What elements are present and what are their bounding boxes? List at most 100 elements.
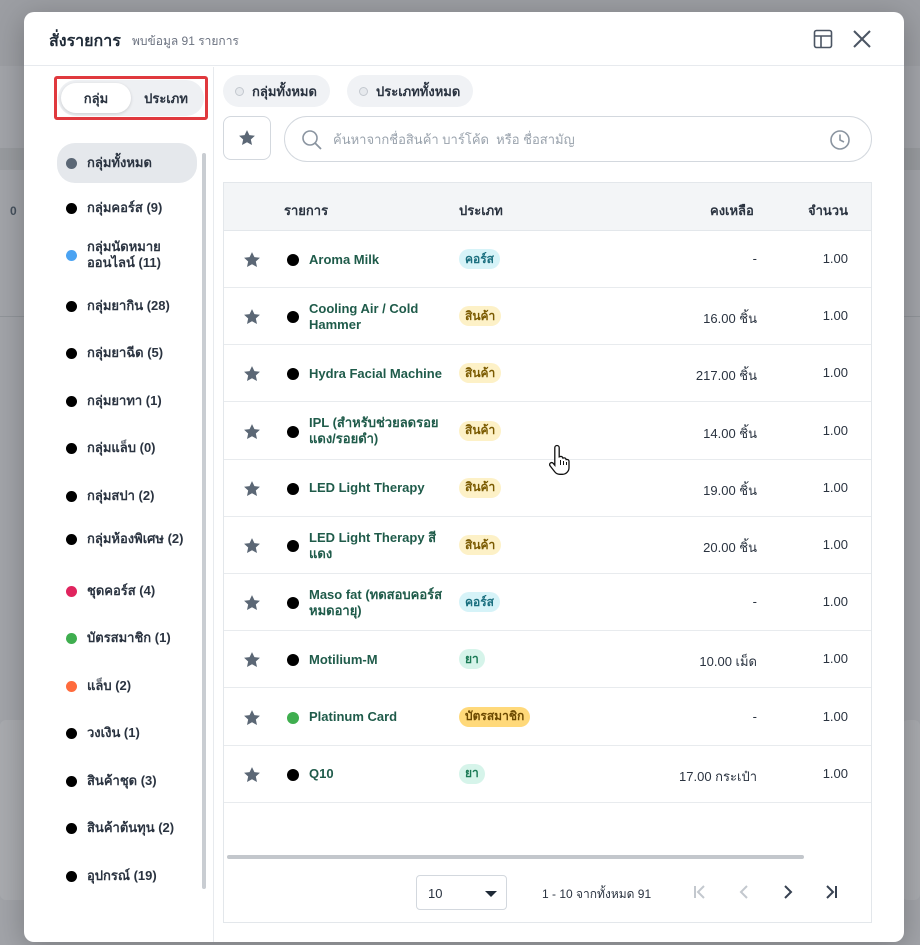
table-row[interactable]: Maso fat (ทดสอบคอร์สหมดอายุ) คอร์ส - 1.00 <box>224 574 871 632</box>
group-color-dot <box>66 347 77 359</box>
item-color-dot <box>287 482 299 495</box>
group-color-dot <box>66 533 77 545</box>
table-row[interactable]: Hydra Facial Machine สินค้า 217.00 ชิ้น 1.0… <box>224 345 871 403</box>
group-color-dot <box>66 395 77 407</box>
group-item[interactable]: แล็บ (2) <box>57 674 197 698</box>
table-row[interactable]: Cooling Air / Cold Hammer สินค้า 16.00 ชิ้… <box>224 288 871 346</box>
type-badge: สินค้า <box>459 363 502 384</box>
group-item[interactable]: กลุ่มยากิน (28) <box>57 294 197 318</box>
chip-label: ประเภททั้งหมด <box>376 83 461 99</box>
chip-dot-icon <box>359 86 368 96</box>
item-remaining: 16.00 ชิ้น <box>703 311 757 327</box>
table-row[interactable]: Motilium-M ยา 10.00 เม็ด 1.00 <box>224 631 871 689</box>
group-color-dot <box>66 249 77 261</box>
type-badge: คอร์ส <box>459 249 501 269</box>
star-icon[interactable] <box>242 765 262 785</box>
item-name[interactable]: Platinum Card <box>309 689 449 746</box>
chip-all-types[interactable]: ประเภททั้งหมด <box>347 75 474 107</box>
group-item[interactable]: กลุ่มห้องพิเศษ (2) <box>57 521 197 557</box>
item-name[interactable]: IPL (สำหรับช่วยลดรอยแดง/รอยดำ) <box>309 403 449 460</box>
toggle-group[interactable]: กลุ่ม <box>61 83 131 113</box>
sidebar-scrollbar[interactable] <box>202 153 206 889</box>
favorites-button[interactable] <box>223 116 271 160</box>
group-label: แล็บ (2) <box>87 678 132 693</box>
hand-cursor-icon <box>549 444 570 475</box>
item-name[interactable]: Cooling Air / Cold Hammer <box>309 288 449 345</box>
group-label: กลุ่มสปา (2) <box>87 488 155 503</box>
star-icon[interactable] <box>242 479 262 499</box>
first-page-icon[interactable] <box>689 881 711 903</box>
star-icon[interactable] <box>242 422 262 442</box>
item-color-dot <box>287 425 299 438</box>
toggle-type[interactable]: ประเภท <box>131 83 201 113</box>
prev-page-icon[interactable] <box>733 881 755 903</box>
header-item: รายการ <box>284 203 329 218</box>
result-count: พบข้อมูล 91 รายการ <box>132 34 239 48</box>
item-name[interactable]: Motilium-M <box>309 631 449 688</box>
group-item[interactable]: กลุ่มยาทา (1) <box>57 389 197 413</box>
search-input[interactable] <box>333 129 813 149</box>
group-item[interactable]: กลุ่มแล็บ (0) <box>57 436 197 460</box>
group-item[interactable]: กลุ่มนัดหมายออนไลน์ (11) <box>57 237 197 273</box>
group-label: สินค้าชุด (3) <box>87 773 157 788</box>
group-item[interactable]: บัตรสมาชิก (1) <box>57 626 197 650</box>
item-name[interactable]: Aroma Milk <box>309 231 449 288</box>
star-icon[interactable] <box>242 708 262 728</box>
group-type-toggle: กลุ่ม ประเภท <box>58 80 204 116</box>
group-item[interactable]: สินค้าต้นทุน (2) <box>57 816 197 840</box>
page-size-select[interactable]: 10 <box>416 875 507 910</box>
group-color-dot <box>66 490 77 502</box>
type-badge: สินค้า <box>459 306 502 327</box>
group-item[interactable]: กลุ่มยาฉีด (5) <box>57 341 197 365</box>
group-item[interactable]: วงเงิน (1) <box>57 721 197 745</box>
item-qty: 1.00 <box>822 479 848 495</box>
horizontal-scrollbar[interactable] <box>227 855 804 859</box>
next-page-icon[interactable] <box>777 881 799 903</box>
group-item[interactable]: อุปกรณ์ (19) <box>57 864 197 888</box>
header-type: ประเภท <box>459 203 503 218</box>
table-row[interactable]: Aroma Milk คอร์ส - 1.00 <box>224 231 871 288</box>
page-size-value: 10 <box>428 886 443 901</box>
item-name[interactable]: Q10 <box>309 746 449 803</box>
item-remaining: 14.00 ชิ้น <box>703 425 757 441</box>
clock-icon[interactable] <box>829 129 851 151</box>
star-icon[interactable] <box>242 364 262 384</box>
close-icon[interactable] <box>849 26 875 52</box>
item-qty: 1.00 <box>822 651 848 667</box>
item-remaining: - <box>752 251 757 266</box>
type-badge: สินค้า <box>459 420 502 441</box>
layout-icon[interactable] <box>810 26 836 52</box>
item-remaining: 17.00 กระเป๋า <box>679 768 757 784</box>
item-name[interactable]: Hydra Facial Machine <box>309 345 449 402</box>
item-name[interactable]: LED Light Therapy สีแดง <box>309 517 449 574</box>
table-row[interactable]: Q10 ยา 17.00 กระเป๋า 1.00 <box>224 746 871 803</box>
group-color-dot <box>66 157 77 169</box>
type-badge: สินค้า <box>459 477 502 498</box>
group-item[interactable]: ชุดคอร์ส (4) <box>57 579 197 603</box>
group-item[interactable]: กลุ่มคอร์ส (9) <box>57 196 197 220</box>
group-label: อุปกรณ์ (19) <box>87 868 157 883</box>
table-row[interactable]: Platinum Card บัตรสมาชิก - 1.00 <box>224 689 871 746</box>
last-page-icon[interactable] <box>820 881 842 903</box>
item-qty: 1.00 <box>822 708 848 724</box>
type-badge: สินค้า <box>459 535 502 555</box>
star-icon[interactable] <box>242 307 262 327</box>
item-color-dot <box>287 711 299 724</box>
star-icon[interactable] <box>242 593 262 613</box>
star-icon[interactable] <box>242 650 262 670</box>
star-icon[interactable] <box>242 250 262 270</box>
group-label: กลุ่มทั้งหมด <box>87 155 152 170</box>
item-name[interactable]: Maso fat (ทดสอบคอร์สหมดอายุ) <box>309 574 449 631</box>
group-color-dot <box>66 822 77 834</box>
star-icon[interactable] <box>242 536 262 556</box>
group-item[interactable]: กลุ่มทั้งหมด <box>57 143 197 183</box>
item-remaining: - <box>752 708 757 724</box>
table-row[interactable]: LED Light Therapy สีแดง สินค้า 20.00 ชิ้น 1… <box>224 517 871 574</box>
group-item[interactable]: สินค้าชุด (3) <box>57 769 197 793</box>
group-item[interactable]: กลุ่มสปา (2) <box>57 484 197 508</box>
item-color-dot <box>287 254 299 266</box>
item-name[interactable]: LED Light Therapy <box>309 460 449 517</box>
group-label: สินค้าต้นทุน (2) <box>87 820 175 835</box>
chip-all-groups[interactable]: กลุ่มทั้งหมด <box>223 75 330 107</box>
group-color-dot <box>66 727 77 739</box>
